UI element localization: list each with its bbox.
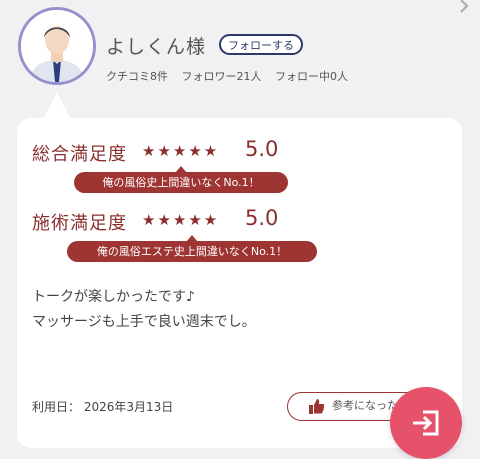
overall-star-rating: ★★★★★ <box>142 142 220 160</box>
user-avatar-icon <box>21 10 93 82</box>
user-stats: クチコミ8件 フォロワー21人 フォロー中0人 <box>106 68 358 84</box>
treatment-satisfaction-label: 施術満足度 <box>32 213 127 234</box>
treatment-score: 5.0 <box>245 206 279 230</box>
follow-button[interactable]: フォローする <box>219 34 303 55</box>
chevron-right-icon[interactable] <box>458 0 470 14</box>
treatment-star-rating: ★★★★★ <box>142 211 220 229</box>
overall-comment-badge: 俺の風俗史上間違いなくNo.1！ <box>74 166 288 193</box>
use-date: 利用日： 2026年3月13日 <box>32 400 174 414</box>
treatment-comment-badge: 俺の風俗エステ史上間違いなくNo.1！ <box>67 235 317 262</box>
exit-fab[interactable] <box>390 387 462 459</box>
thumbs-up-icon <box>309 399 325 414</box>
avatar[interactable] <box>18 7 96 85</box>
follower-count[interactable]: フォロワー21人 <box>182 70 262 83</box>
review-text-line: トークが楽しかったです♪ <box>32 289 195 305</box>
helpful-label: 参考になった <box>332 399 398 412</box>
overall-score: 5.0 <box>245 137 279 161</box>
user-name[interactable]: よしくん様 <box>106 32 206 59</box>
review-count[interactable]: クチコミ8件 <box>106 70 168 83</box>
overall-satisfaction-label: 総合満足度 <box>32 144 127 165</box>
speech-pointer <box>44 92 70 118</box>
exit-icon <box>413 410 439 436</box>
following-count[interactable]: フォロー中0人 <box>275 70 348 83</box>
review-text: トークが楽しかったです♪ マッサージも上手で良い週末でし。 <box>32 285 256 335</box>
review-text-line: マッサージも上手で良い週末でし。 <box>32 314 256 330</box>
